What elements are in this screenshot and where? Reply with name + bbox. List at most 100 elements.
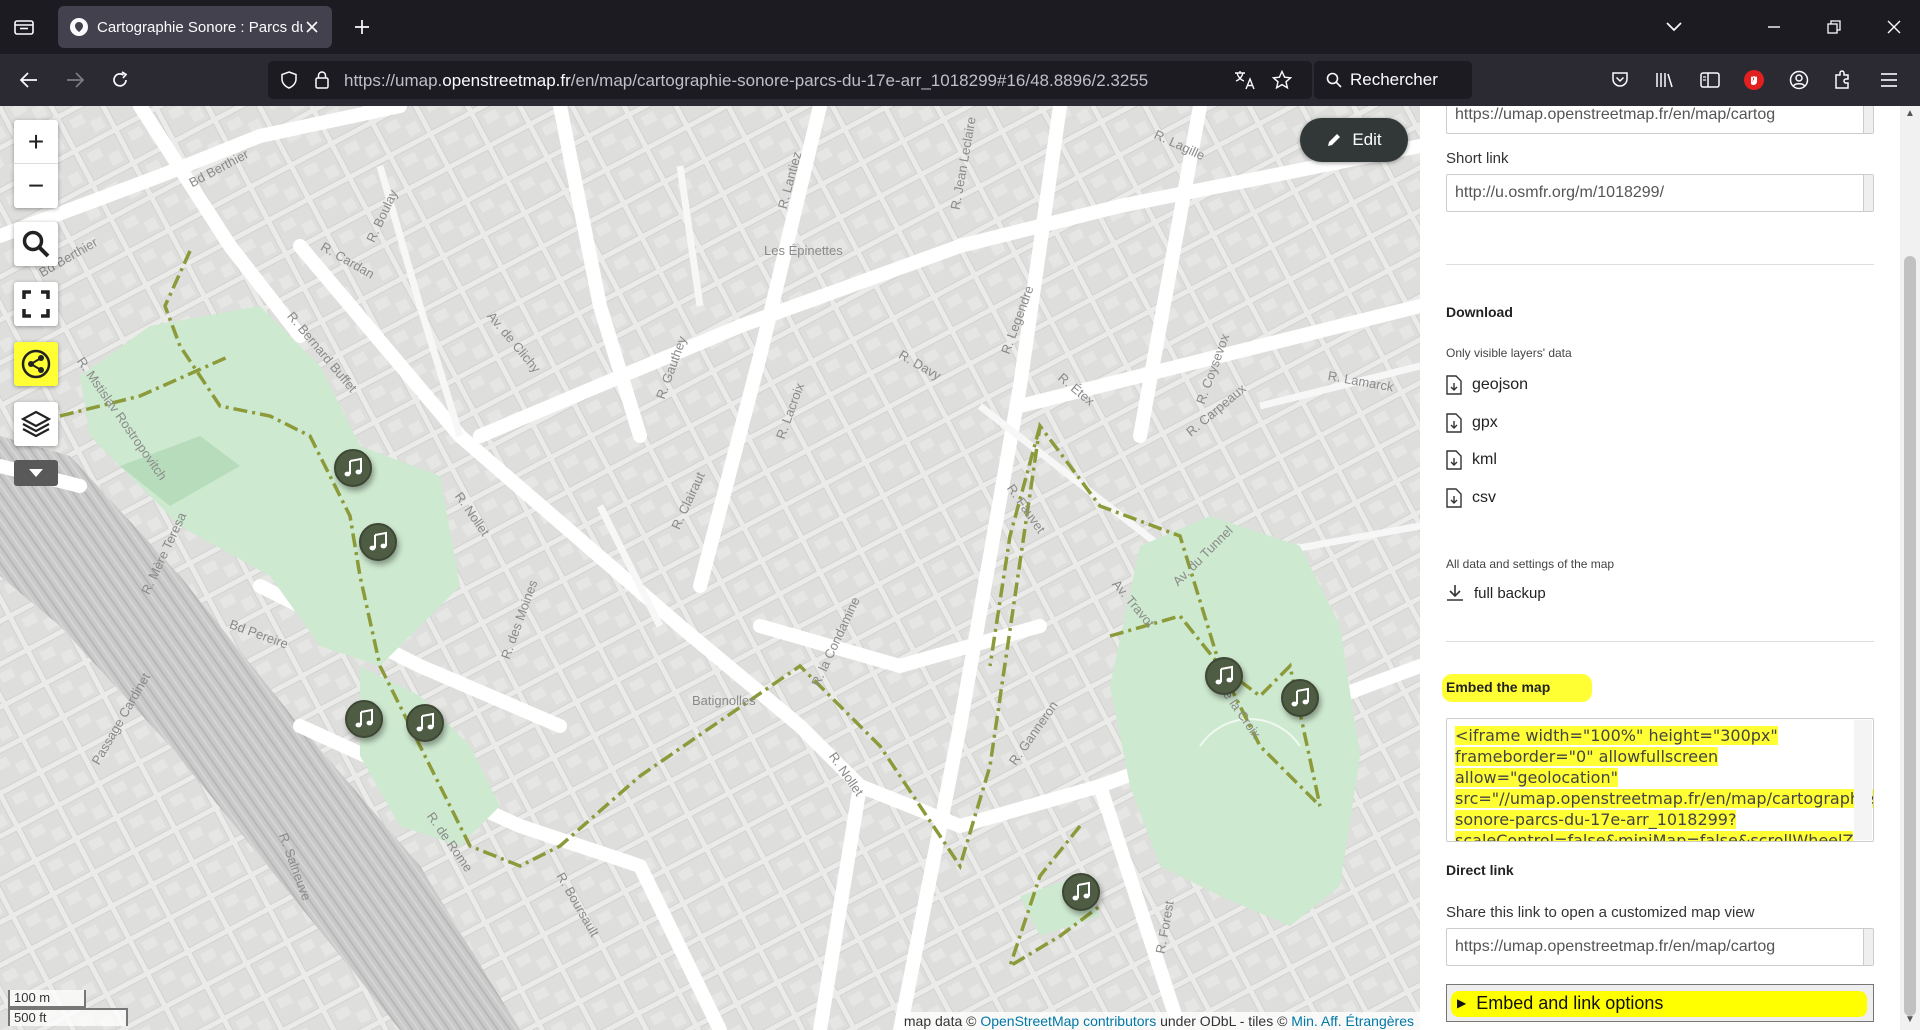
browser-tab-active[interactable]: Cartographie Sonore : Parcs du 17e arr <box>58 6 332 48</box>
browser-nav-bar: https://umap.openstreetmap.fr/en/map/car… <box>0 54 1920 106</box>
new-tab-icon[interactable] <box>344 10 380 44</box>
fullscreen-icon <box>22 290 50 318</box>
search-icon <box>22 230 50 258</box>
full-backup-label: full backup <box>1474 584 1546 602</box>
address-bar[interactable]: https://umap.openstreetmap.fr/en/map/car… <box>268 61 1312 99</box>
music-note-marker[interactable] <box>406 704 444 742</box>
embed-title: Embed the map <box>1446 679 1551 695</box>
music-note-marker[interactable] <box>1205 657 1243 695</box>
app-menu-icon[interactable] <box>1872 63 1906 97</box>
back-icon[interactable] <box>12 63 46 97</box>
attribution-text: map data © <box>903 1013 981 1029</box>
music-note-marker[interactable] <box>359 523 397 561</box>
download-subtitle: Only visible layers' data <box>1446 346 1572 360</box>
file-download-icon <box>1446 413 1462 433</box>
translate-icon[interactable] <box>1234 70 1256 95</box>
url-path: /en/map/cartographie-sonore-parcs-du-17e… <box>570 71 1149 90</box>
music-note-icon <box>369 531 387 551</box>
download-gpx-link[interactable]: gpx <box>1446 410 1498 436</box>
edit-label: Edit <box>1352 130 1382 149</box>
ublock-extension-icon[interactable] <box>1737 63 1771 97</box>
umap-favicon-icon <box>70 18 88 36</box>
download-icon <box>1447 585 1463 601</box>
music-note-icon <box>355 708 373 728</box>
format-label: geojson <box>1472 376 1529 393</box>
basemap-tiles <box>0 106 1420 1030</box>
file-download-icon <box>1446 488 1462 508</box>
direct-link-value: https://umap.openstreetmap.fr/en/map/car… <box>1455 938 1776 955</box>
embed-options-label: Embed and link options <box>1476 992 1664 1013</box>
disclosure-triangle-icon: ▶ <box>1457 996 1467 1010</box>
restore-window-icon[interactable] <box>1816 10 1852 44</box>
more-controls-button[interactable] <box>14 460 58 486</box>
zoom-in-button[interactable]: + <box>14 120 58 164</box>
full-backup-link[interactable]: full backup <box>1446 580 1546 606</box>
direct-link-field[interactable]: https://umap.openstreetmap.fr/en/map/car… <box>1446 928 1874 966</box>
zoom-out-button[interactable]: − <box>14 164 58 208</box>
list-all-tabs-icon[interactable] <box>1656 10 1692 44</box>
direct-link-title: Direct link <box>1446 862 1514 878</box>
library-icon[interactable] <box>1648 63 1682 97</box>
url-prefix: https://umap. <box>344 71 443 90</box>
map-attribution: map data © OpenStreetMap contributors un… <box>897 1012 1420 1030</box>
scrollbar-thumb[interactable] <box>1904 256 1916 1016</box>
music-note-marker[interactable] <box>345 700 383 738</box>
url-host: openstreetmap.fr <box>442 71 571 90</box>
long-link-value: https://umap.openstreetmap.fr/en/map/car… <box>1455 106 1776 123</box>
music-note-icon <box>344 457 362 477</box>
music-note-marker[interactable] <box>334 449 372 487</box>
divider <box>1446 264 1874 265</box>
scale-metric: 100 m <box>8 990 86 1008</box>
share-button[interactable] <box>14 342 58 386</box>
reload-icon[interactable] <box>103 63 137 97</box>
layers-icon <box>21 410 51 438</box>
pocket-icon[interactable] <box>1603 63 1637 97</box>
minimize-window-icon[interactable] <box>1756 10 1792 44</box>
download-csv-link[interactable]: csv <box>1446 485 1496 511</box>
scale-imperial: 500 ft <box>8 1008 128 1026</box>
download-geojson-link[interactable]: geojson <box>1446 372 1528 398</box>
short-link-field[interactable]: http://u.osmfr.org/m/1018299/ <box>1446 174 1874 212</box>
page-content: R. Boulay Bd Berthier Bd Berthier R. Car… <box>0 106 1920 1030</box>
download-kml-link[interactable]: kml <box>1446 447 1497 473</box>
copy-long-link-button[interactable] <box>1863 106 1873 133</box>
music-note-marker[interactable] <box>1062 873 1100 911</box>
url-text: https://umap.openstreetmap.fr/en/map/car… <box>344 71 1148 91</box>
layers-button[interactable] <box>14 402 58 446</box>
place-label: Les Épinettes <box>764 243 843 258</box>
map-canvas[interactable]: R. Boulay Bd Berthier Bd Berthier R. Car… <box>0 106 1420 1030</box>
caret-down-icon <box>29 469 43 477</box>
divider <box>1446 641 1874 642</box>
extensions-icon[interactable] <box>1826 63 1860 97</box>
edit-button[interactable]: Edit <box>1300 118 1408 162</box>
tracking-protection-shield-icon[interactable] <box>280 71 298 94</box>
textarea-scrollbar[interactable] <box>1854 720 1872 840</box>
close-tab-icon[interactable] <box>300 15 324 39</box>
account-icon[interactable] <box>1782 63 1816 97</box>
bookmark-star-icon[interactable] <box>1271 69 1293 95</box>
fullscreen-button[interactable] <box>14 282 58 326</box>
forward-icon[interactable] <box>58 63 92 97</box>
map-scale: 100 m 500 ft <box>8 990 128 1026</box>
search-bar[interactable]: Rechercher <box>1314 61 1472 99</box>
close-window-icon[interactable] <box>1876 10 1912 44</box>
page-scrollbar[interactable]: ▲ ▼ <box>1900 106 1920 1030</box>
place-label: Batignolles <box>692 693 756 708</box>
embed-link-options-toggle[interactable]: ▶ Embed and link options <box>1446 984 1874 1022</box>
scroll-down-icon[interactable]: ▼ <box>1904 1014 1916 1026</box>
search-location-button[interactable] <box>14 222 58 266</box>
format-label: gpx <box>1472 414 1498 431</box>
short-link-label: Short link <box>1446 150 1509 167</box>
zoom-control: + − <box>14 120 58 208</box>
embed-code-textarea[interactable]: <iframe width="100%" height="300px" fram… <box>1446 718 1874 842</box>
tab-list-icon[interactable] <box>6 10 42 44</box>
copy-direct-link-button[interactable] <box>1863 929 1873 965</box>
osm-contributors-link[interactable]: OpenStreetMap contributors <box>980 1013 1156 1029</box>
sidebar-icon[interactable] <box>1693 63 1727 97</box>
tiles-credit-link[interactable]: Min. Aff. Étrangères <box>1291 1013 1414 1029</box>
copy-short-link-button[interactable] <box>1863 175 1873 211</box>
music-note-marker[interactable] <box>1281 679 1319 717</box>
long-link-field[interactable]: https://umap.openstreetmap.fr/en/map/car… <box>1446 106 1874 134</box>
lock-icon[interactable] <box>314 70 330 95</box>
scroll-up-icon[interactable]: ▲ <box>1904 108 1916 120</box>
